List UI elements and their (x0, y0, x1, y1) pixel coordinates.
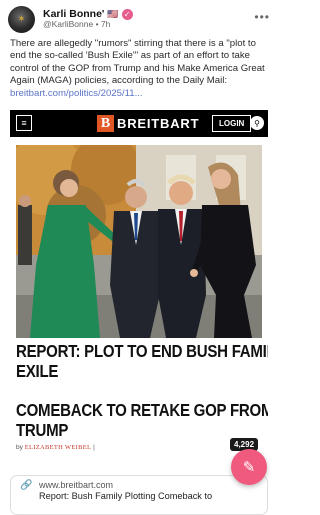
link-icon: 🔗 (20, 480, 33, 491)
post-body: There are allegedly "rumors" stirring th… (10, 38, 265, 87)
byline-author: ELIZABETH WEIBEL (24, 444, 92, 451)
avatar-emblem-icon: ✶ (17, 13, 26, 25)
headline-line-3: COMEBACK TO RETAKE GOP FROM (16, 400, 268, 420)
hamburger-menu-icon: ≡ (16, 115, 32, 131)
author-info: Karli Bonne' 🇺🇸 ✓ @KarliBonne • 7h (43, 8, 133, 30)
compose-button[interactable]: ✎ (231, 449, 267, 485)
more-options-icon[interactable]: ••• (254, 10, 270, 24)
breitbart-navbar: ≡ B BREITBART LOGIN ⚲ (10, 110, 268, 137)
headline-line-2: EXILE (16, 361, 59, 381)
author-handle-time: @KarliBonne • 7h (43, 19, 111, 30)
hero-photo-illustration (16, 145, 262, 338)
headline-line-4: TRUMP (16, 420, 69, 440)
byline: by ELIZABETH WEIBEL | (16, 444, 95, 451)
post-header: ✶ Karli Bonne' 🇺🇸 ✓ @KarliBonne • 7h ••• (8, 4, 270, 34)
headline-line-1: REPORT: PLOT TO END BUSH FAMILY (16, 341, 268, 361)
link-domain: www.breitbart.com (39, 480, 114, 490)
hero-photo (16, 145, 262, 338)
embedded-article-image[interactable]: ≡ B BREITBART LOGIN ⚲ REPORT: PLOT TO EN… (10, 110, 268, 470)
compose-icon: ✎ (242, 459, 256, 476)
post-link[interactable]: breitbart.com/politics/2025/11... (10, 88, 143, 99)
search-icon: ⚲ (250, 116, 264, 130)
verified-icon: ✓ (121, 8, 133, 20)
breitbart-logo-text: BREITBART (117, 116, 200, 131)
us-flag-icon: 🇺🇸 (107, 8, 119, 19)
post-text: There are allegedly "rumors" stirring th… (10, 38, 268, 100)
link-preview-card[interactable]: 🔗 www.breitbart.com Report: Bush Family … (10, 475, 268, 515)
avatar[interactable]: ✶ (8, 5, 35, 33)
byline-separator: | (93, 444, 95, 451)
breitbart-logo: B BREITBART (97, 115, 199, 132)
byline-prefix: by (16, 444, 23, 451)
login-button: LOGIN (212, 115, 252, 132)
breitbart-logo-mark: B (97, 115, 114, 132)
